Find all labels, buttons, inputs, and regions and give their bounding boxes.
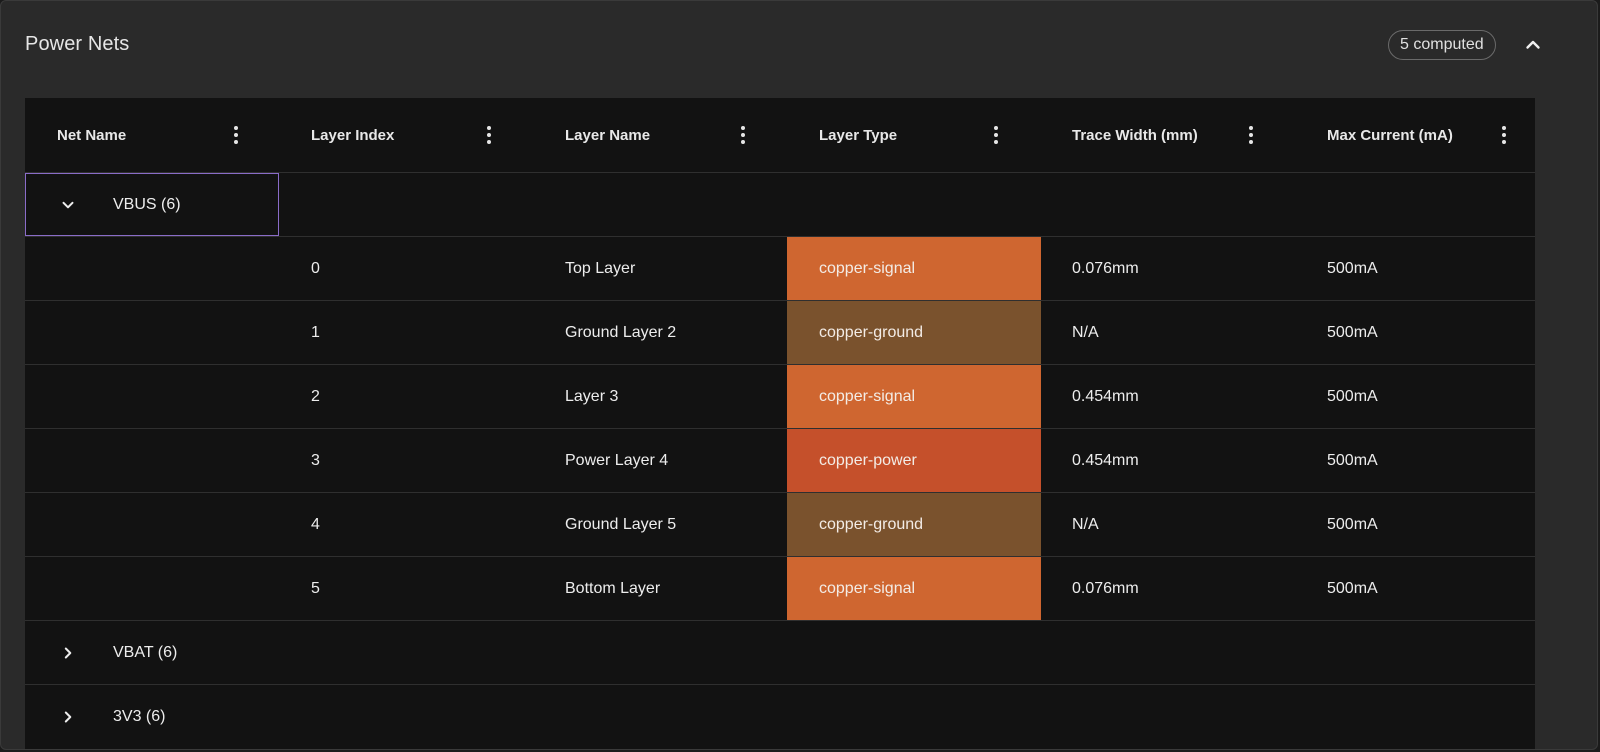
cell-layer-name: Top Layer [565,259,636,277]
group-toggle-3v3[interactable] [57,685,79,749]
cell-layer-index: 4 [311,515,320,533]
cell-layer-name: Ground Layer 2 [565,323,677,341]
panel-title: Power Nets [25,33,130,55]
group-label-vbus: VBUS (6) [113,195,181,213]
cell-layer-name: Bottom Layer [565,579,661,597]
column-header-layer-type[interactable]: Layer Type [819,98,897,172]
power-nets-table: Net Name Layer Index Layer Name Layer Ty… [25,98,1535,749]
cell-layer-name: Ground Layer 5 [565,515,677,533]
cell-layer-type: copper-ground [819,515,924,533]
cell-layer-index: 3 [311,451,320,469]
group-row-vbat[interactable]: VBAT (6) [25,621,1535,685]
cell-trace-width: N/A [1072,515,1099,533]
cell-trace-width: N/A [1072,323,1099,341]
column-header-layer-index[interactable]: Layer Index [311,98,394,172]
table-row[interactable]: 4 Ground Layer 5 copper-ground N/A 500mA [25,493,1535,557]
cell-max-current: 500mA [1327,387,1378,405]
table-row[interactable]: 0 Top Layer copper-signal 0.076mm 500mA [25,237,1535,301]
cell-max-current: 500mA [1327,323,1378,341]
chevron-up-icon [1526,40,1540,49]
column-menu-layer-type-icon[interactable] [986,124,1006,146]
cell-max-current: 500mA [1327,515,1378,533]
column-menu-net-name-icon[interactable] [226,124,246,146]
column-header-max-current[interactable]: Max Current (mA) [1327,98,1453,172]
table-row[interactable]: 1 Ground Layer 2 copper-ground N/A 500mA [25,301,1535,365]
column-header-net-name[interactable]: Net Name [57,98,126,172]
table-row[interactable]: 2 Layer 3 copper-signal 0.454mm 500mA [25,365,1535,429]
column-header-layer-name[interactable]: Layer Name [565,98,650,172]
table-row[interactable]: 3 Power Layer 4 copper-power 0.454mm 500mA [25,429,1535,493]
group-row-3v3[interactable]: 3V3 (6) [25,685,1535,749]
group-toggle-vbus[interactable] [57,173,79,236]
column-menu-layer-name-icon[interactable] [733,124,753,146]
column-menu-max-current-icon[interactable] [1494,124,1514,146]
power-nets-panel: Power Nets 5 computed Net Name Layer Ind… [0,0,1598,750]
cell-trace-width: 0.076mm [1072,259,1139,277]
table-header-row: Net Name Layer Index Layer Name Layer Ty… [25,98,1535,173]
chevron-right-icon [64,711,72,723]
cell-layer-type: copper-signal [819,387,916,405]
cell-layer-index: 0 [311,259,320,277]
cell-layer-name: Layer 3 [565,387,619,405]
cell-layer-type: copper-signal [819,579,916,597]
chevron-right-icon [64,647,72,658]
cell-trace-width: 0.454mm [1072,387,1139,405]
collapse-panel-button[interactable] [1519,31,1547,59]
cell-trace-width: 0.076mm [1072,579,1139,597]
panel-header: Power Nets 5 computed [1,1,1597,91]
chevron-down-icon [62,201,74,208]
cell-layer-type: copper-power [819,451,917,469]
table-row[interactable]: 5 Bottom Layer copper-signal 0.076mm 500mA [25,557,1535,621]
cell-layer-index: 5 [311,579,320,597]
computed-count-badge: 5 computed [1388,30,1496,60]
cell-layer-name: Power Layer 4 [565,451,669,469]
group-row-vbus[interactable]: VBUS (6) [25,173,1535,237]
cell-trace-width: 0.454mm [1072,451,1139,469]
column-menu-layer-index-icon[interactable] [479,124,499,146]
cell-max-current: 500mA [1327,451,1378,469]
group-toggle-vbat[interactable] [57,621,79,684]
cell-max-current: 500mA [1327,579,1378,597]
cell-layer-index: 1 [311,323,320,341]
column-header-trace-width[interactable]: Trace Width (mm) [1072,98,1198,172]
group-label-3v3: 3V3 (6) [113,708,166,725]
column-menu-trace-width-icon[interactable] [1241,124,1261,146]
cell-layer-type: copper-signal [819,259,916,277]
group-label-vbat: VBAT (6) [113,643,178,661]
cell-layer-index: 2 [311,387,320,405]
cell-max-current: 500mA [1327,259,1378,277]
cell-layer-type: copper-ground [819,323,924,341]
